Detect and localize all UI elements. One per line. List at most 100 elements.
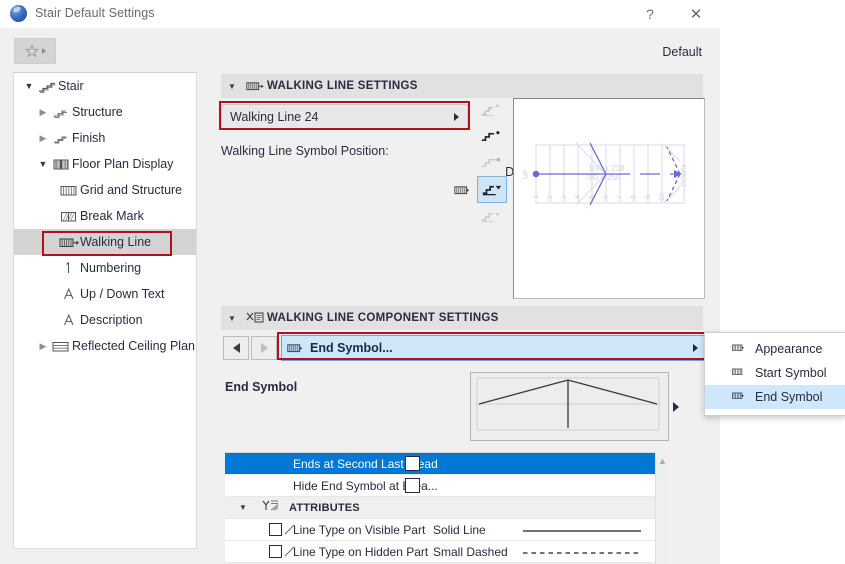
sidebar-item-finish[interactable]: ▶ Finish — [14, 125, 196, 151]
svg-text:DOWN: DOWN — [681, 165, 688, 187]
list-item-label: Line Type on Hidden Part — [293, 545, 428, 559]
chevron-right-icon — [261, 343, 268, 353]
title-bar: Stair Default Settings ? ✕ — [0, 0, 720, 28]
chevron-right-icon — [454, 113, 459, 121]
component-selector[interactable]: End Symbol... — [281, 335, 707, 361]
list-item-hide-end-symbol[interactable]: Hide End Symbol at Brea... — [225, 475, 655, 497]
structure-icon — [50, 106, 72, 119]
list-item-line-type-visible[interactable]: Line Type on Visible Part Solid Line — [225, 519, 655, 541]
list-group-attributes[interactable]: ▼ ATTRIBUTES — [225, 497, 655, 519]
sidebar-item-numbering[interactable]: Numbering — [14, 255, 196, 281]
sidebar-item-floor-plan-display[interactable]: ▼ Floor Plan Display — [14, 151, 196, 177]
walkline-style-4-icon[interactable] — [477, 176, 507, 203]
previous-component-button[interactable] — [223, 336, 249, 360]
list-item-ends-at-second-last-tread[interactable]: Ends at Second Last Tread — [225, 453, 655, 475]
chevron-right-icon — [693, 344, 698, 352]
walking-line-icon — [58, 236, 80, 249]
archicad-logo-icon — [10, 5, 27, 22]
walkline-style-1-icon[interactable] — [477, 98, 505, 123]
default-label: Default — [662, 45, 702, 59]
list-item-checkbox[interactable] — [269, 545, 282, 558]
component-settings-header[interactable]: ▼ WALKING LINE COMPONENT SETTINGS — [221, 306, 703, 330]
description-icon — [58, 313, 80, 327]
list-item-value[interactable]: Solid Line — [433, 523, 486, 537]
stair-default-settings-window: Stair Default Settings ? ✕ Default ▼ Sta… — [0, 0, 720, 564]
end-symbol-preview[interactable] — [470, 372, 669, 441]
toolbar — [0, 28, 720, 68]
svg-text:7: 7 — [617, 195, 624, 199]
window-title: Stair Default Settings — [35, 6, 155, 20]
walkline-style-2-icon[interactable] — [477, 124, 505, 149]
chevron-right-icon[interactable]: ▶ — [36, 133, 50, 144]
sidebar-item-label: Walking Line — [80, 235, 151, 249]
walking-line-settings-header[interactable]: ▼ WALKING LINE SETTINGS — [221, 74, 703, 98]
menu-item-end-symbol[interactable]: End Symbol — [705, 385, 845, 409]
break-mark-icon — [58, 210, 80, 223]
list-item-checkbox[interactable] — [405, 456, 420, 471]
reflected-ceiling-plan-icon — [50, 340, 72, 353]
grid-and-structure-icon — [58, 184, 80, 197]
sidebar-item-label: Up / Down Text — [80, 287, 165, 301]
chevron-down-icon[interactable]: ▼ — [221, 82, 243, 91]
sidebar-item-structure[interactable]: ▶ Structure — [14, 99, 196, 125]
walkline-style-5-icon[interactable] — [477, 204, 505, 229]
svg-text:10: 10 — [659, 193, 666, 201]
sidebar-item-label: Numbering — [80, 261, 141, 275]
list-item-checkbox[interactable] — [269, 523, 282, 536]
walking-line-icon — [243, 80, 267, 92]
svg-text:10R x 218: 10R x 218 — [588, 164, 625, 173]
favorites-button[interactable] — [14, 38, 56, 64]
sidebar-item-reflected-ceiling-plan[interactable]: ▶ Reflected Ceiling Plan Di — [14, 333, 196, 359]
finish-icon — [50, 132, 72, 145]
end-symbol-expand-arrow-icon[interactable] — [673, 402, 679, 412]
sidebar-item-walking-line[interactable]: Walking Line — [14, 229, 196, 255]
settings-tree: ▼ Stair ▶ — [13, 72, 197, 549]
menu-item-label: End Symbol — [755, 390, 822, 404]
svg-text:6: 6 — [603, 195, 610, 199]
sidebar-item-grid-and-structure[interactable]: Grid and Structure — [14, 177, 196, 203]
walking-line-selector-value: Walking Line 24 — [222, 110, 318, 124]
appearance-icon — [731, 342, 747, 356]
end-symbol-icon — [731, 390, 747, 404]
walkline-style-buttons — [477, 98, 507, 230]
walking-line-selector[interactable]: Walking Line 24 — [221, 104, 468, 130]
star-icon — [25, 44, 39, 58]
close-button[interactable]: ✕ — [676, 0, 716, 28]
list-item-line-type-hidden[interactable]: Line Type on Hidden Part Small Dashed — [225, 541, 655, 563]
sidebar-item-description[interactable]: Description — [14, 307, 196, 333]
component-popup-menu: Appearance Start Symbol End Symbol — [704, 332, 845, 416]
stair-icon — [36, 80, 58, 93]
menu-item-start-symbol[interactable]: Start Symbol — [705, 361, 845, 385]
walkline-style-3-icon[interactable] — [477, 150, 505, 175]
sidebar-item-label: Stair — [58, 79, 84, 93]
chevron-down-icon[interactable]: ▼ — [22, 81, 36, 91]
sidebar-item-up-down-text[interactable]: Up / Down Text — [14, 281, 196, 307]
floor-plan-display-icon — [50, 158, 72, 171]
sidebar-item-stair[interactable]: ▼ Stair — [14, 73, 196, 99]
help-button[interactable]: ? — [630, 0, 670, 28]
settings-panel: ▼ WALKING LINE SETTINGS Walking Line 24 … — [205, 72, 705, 562]
settings-list: Ends at Second Last Tread Hide End Symbo… — [225, 452, 655, 563]
svg-text:2: 2 — [547, 195, 554, 199]
attributes-icon — [261, 499, 281, 516]
numbering-icon — [58, 261, 80, 275]
chevron-right-icon[interactable]: ▶ — [36, 107, 50, 118]
line-sample-solid — [523, 523, 643, 537]
sidebar-item-label: Reflected Ceiling Plan Di — [72, 339, 197, 353]
chevron-down-icon[interactable]: ▼ — [221, 314, 243, 323]
walking-line-icon — [282, 342, 310, 354]
chevron-right-icon[interactable]: ▶ — [36, 341, 50, 352]
scroll-up-icon[interactable]: ▲ — [658, 456, 667, 466]
settings-list-scrollbar[interactable]: ▲ — [655, 452, 670, 564]
symbol-position-label: Walking Line Symbol Position: — [221, 144, 389, 158]
sidebar-item-label: Description — [80, 313, 143, 327]
svg-text:UP: UP — [523, 169, 530, 179]
sidebar-item-break-mark[interactable]: Break Mark — [14, 203, 196, 229]
next-component-button[interactable] — [251, 336, 277, 360]
section-title: WALKING LINE COMPONENT SETTINGS — [267, 312, 499, 324]
chevron-down-icon[interactable]: ▼ — [239, 503, 247, 512]
list-item-value[interactable]: Small Dashed — [433, 545, 508, 559]
menu-item-appearance[interactable]: Appearance — [705, 337, 845, 361]
list-item-checkbox[interactable] — [405, 478, 420, 493]
chevron-down-icon[interactable]: ▼ — [36, 159, 50, 169]
